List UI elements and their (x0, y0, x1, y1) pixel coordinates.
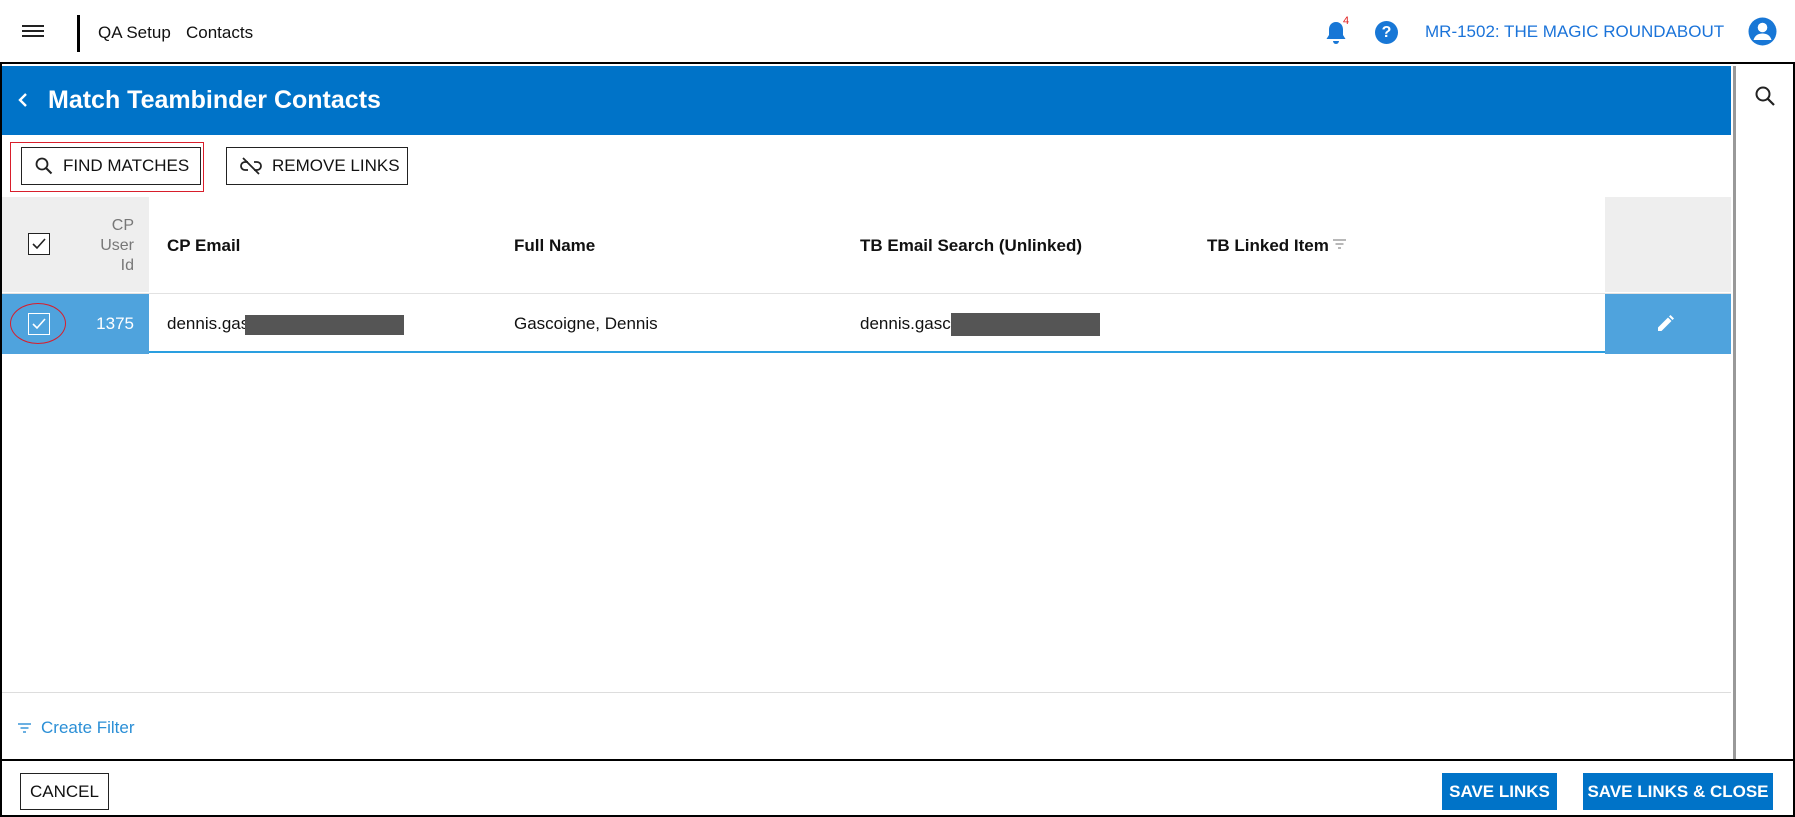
create-filter-link[interactable]: Create Filter (17, 718, 135, 738)
column-header-full-name[interactable]: Full Name (514, 236, 595, 256)
unlink-icon (240, 157, 262, 175)
cell-tb-email-search[interactable]: dennis.gasc (860, 314, 951, 334)
remove-links-button[interactable]: REMOVE LINKS (226, 147, 408, 185)
top-bar: QA Setup Contacts 4 ? MR-1502: THE MAGIC… (0, 0, 1795, 64)
breadcrumb-contacts[interactable]: Contacts (186, 23, 253, 43)
rail-divider (1733, 66, 1736, 759)
search-icon[interactable] (1753, 84, 1777, 108)
search-icon (35, 157, 53, 175)
page-title: Match Teambinder Contacts (48, 86, 381, 114)
user-icon[interactable] (1748, 17, 1777, 46)
check-icon (32, 238, 46, 250)
create-filter-label: Create Filter (41, 718, 135, 737)
project-selector[interactable]: MR-1502: THE MAGIC ROUNDABOUT (1425, 22, 1724, 42)
column-header-cp-email[interactable]: CP Email (167, 236, 240, 256)
chevron-left-icon[interactable] (16, 90, 30, 110)
column-header-tb-linked-item[interactable]: TB Linked Item (1207, 236, 1329, 256)
pencil-icon[interactable] (1655, 314, 1675, 334)
find-matches-button[interactable]: FIND MATCHES (21, 147, 201, 185)
page-header: Match Teambinder Contacts (2, 66, 1731, 135)
divider (77, 15, 80, 52)
divider (0, 759, 1795, 761)
check-icon (32, 318, 46, 330)
redaction-bar (245, 315, 404, 335)
save-links-button[interactable]: SAVE LINKS (1442, 773, 1557, 810)
remove-links-label: REMOVE LINKS (272, 156, 400, 175)
notification-badge: 4 (1343, 15, 1350, 27)
help-icon[interactable]: ? (1375, 21, 1398, 44)
filter-icon (18, 723, 31, 733)
row-checkbox[interactable] (28, 313, 50, 335)
cancel-button[interactable]: CANCEL (20, 773, 109, 810)
redaction-bar (951, 313, 1100, 336)
cell-cp-email: dennis.gas (167, 314, 250, 333)
save-links-close-button[interactable]: SAVE LINKS & CLOSE (1583, 773, 1773, 810)
breadcrumb-qa-setup[interactable]: QA Setup (98, 23, 171, 43)
hamburger-icon[interactable] (22, 22, 44, 42)
header-action-cell (1605, 197, 1731, 292)
table-row[interactable]: 1375 dennis.gas Gascoigne, Dennis dennis… (2, 293, 1731, 354)
select-all-checkbox[interactable] (28, 233, 50, 255)
column-header-user-id[interactable]: CP User Id (74, 216, 134, 276)
divider (2, 692, 1731, 693)
cell-user-id: 1375 (96, 314, 134, 333)
column-header-tb-email-search[interactable]: TB Email Search (Unlinked) (860, 236, 1082, 256)
filter-icon[interactable] (1332, 238, 1347, 250)
table-header: CP User Id CP Email Full Name TB Email S… (2, 197, 1731, 292)
cell-full-name: Gascoigne, Dennis (514, 314, 658, 333)
find-matches-label: FIND MATCHES (63, 156, 190, 175)
